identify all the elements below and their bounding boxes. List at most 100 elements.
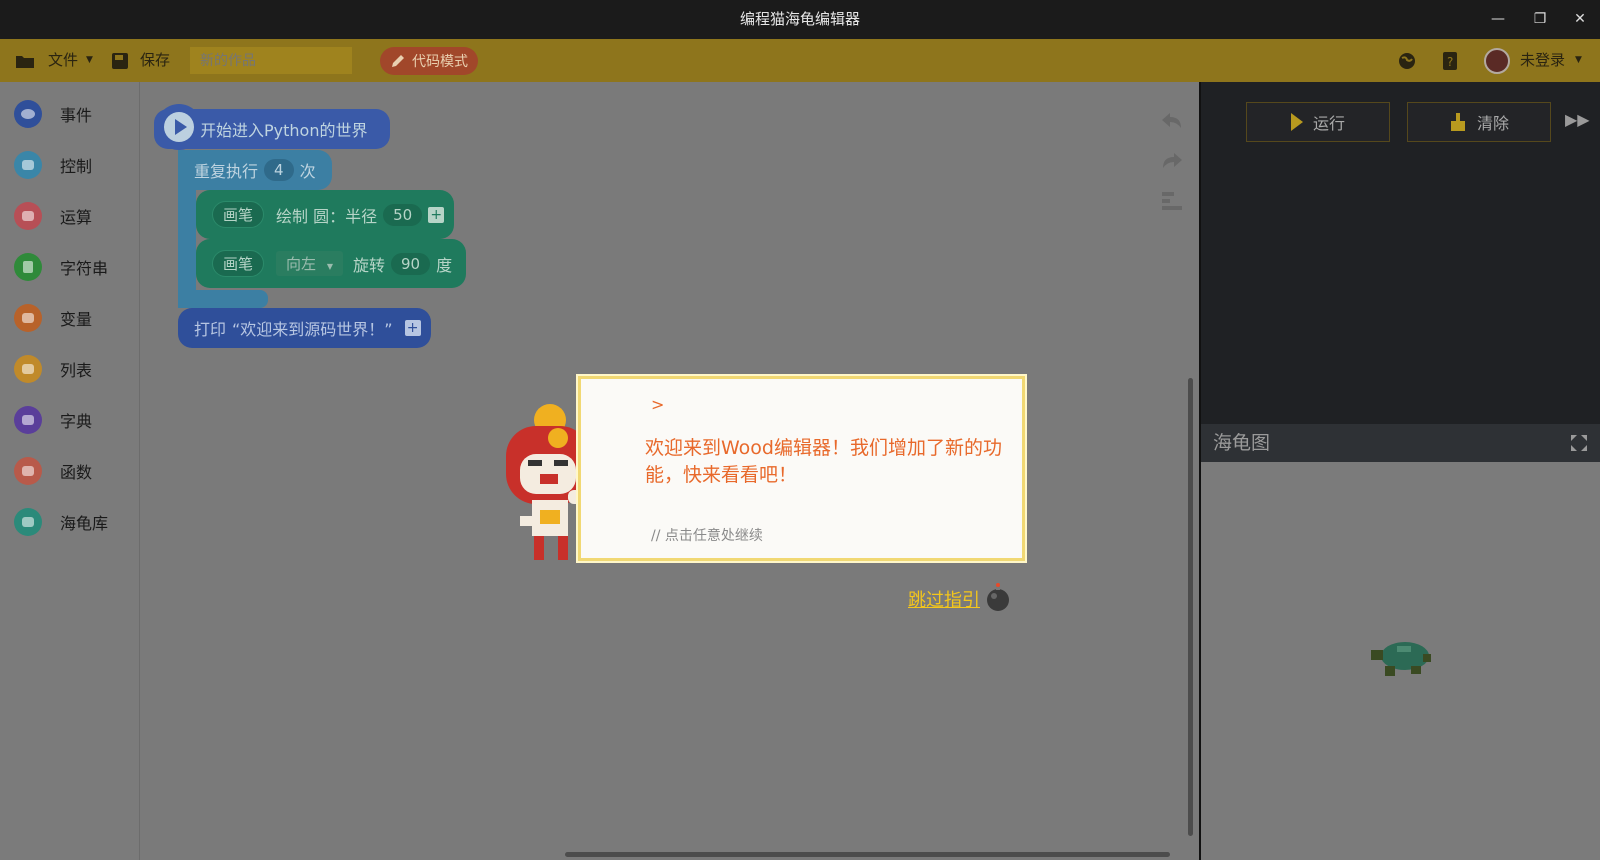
folder-icon: [16, 55, 34, 68]
turtle-canvas[interactable]: [1201, 462, 1600, 860]
help-button[interactable]: ?: [1443, 39, 1459, 82]
minimize-button[interactable]: —: [1478, 0, 1518, 39]
help-book-icon: ?: [1443, 51, 1457, 70]
add-param-button[interactable]: +: [428, 206, 445, 223]
code-mode-button[interactable]: 代码模式: [380, 47, 478, 75]
sidebar-item-label: 控制: [60, 157, 93, 176]
window-title: 编程猫海龟编辑器: [739, 10, 860, 28]
title-bar: 编程猫海龟编辑器 — ❐ ✕: [0, 0, 1600, 39]
save-label: 保存: [140, 51, 171, 69]
eye-icon: [14, 100, 42, 128]
book-icon: [14, 406, 42, 434]
repeat-block-footer: [178, 290, 268, 308]
save-icon: [112, 52, 128, 69]
sidebar-item-lists[interactable]: 列表: [14, 349, 92, 389]
code-mode-label: 代码模式: [412, 54, 468, 70]
add-param-button[interactable]: +: [404, 320, 421, 336]
sidebar-item-events[interactable]: 事件: [14, 94, 92, 134]
letter-a-icon: [14, 253, 42, 281]
file-menu-button[interactable]: 文件 ▼: [16, 39, 93, 82]
sidebar-item-strings[interactable]: 字符串: [14, 247, 108, 287]
print-block[interactable]: 打印 “欢迎来到源码世界！” +: [178, 308, 431, 348]
x-icon: [14, 304, 42, 332]
start-block-label: 开始进入Python的世界: [200, 121, 368, 140]
broom-icon: [1450, 113, 1465, 131]
turtle-sprite: [1371, 642, 1431, 676]
repeat-count-input[interactable]: 4: [264, 159, 294, 181]
align-icon[interactable]: [1159, 188, 1185, 214]
work-name-input[interactable]: [190, 47, 352, 74]
turtle-graph-header: 海龟图: [1201, 424, 1600, 462]
pencil-icon: [392, 55, 404, 67]
print-label: 打印: [194, 320, 227, 339]
pen-label: 画笔: [212, 201, 265, 228]
globe-button[interactable]: [1398, 39, 1416, 82]
category-sidebar: 事件 控制 运算 字符串 变量 列表 字典 函数 海龟库: [0, 82, 140, 860]
horizontal-scrollbar[interactable]: [565, 852, 1170, 857]
sidebar-item-control[interactable]: 控制: [14, 145, 92, 185]
sidebar-item-dictionary[interactable]: 字典: [14, 400, 92, 440]
repeat-suffix: 次: [299, 162, 316, 181]
chevron-down-icon: ▼: [326, 262, 333, 271]
restore-button[interactable]: ❐: [1520, 0, 1560, 39]
toolbar: 文件 ▼ 保存 代码模式 ? 未登录 ▼: [0, 39, 1600, 82]
sidebar-item-label: 事件: [60, 106, 93, 125]
run-button[interactable]: 运行: [1246, 102, 1390, 142]
sidebar-item-label: 字典: [60, 412, 93, 431]
undo-icon[interactable]: [1159, 108, 1185, 134]
user-menu-button[interactable]: 未登录 ▼: [1484, 39, 1582, 82]
draw-circle-block[interactable]: 画笔 绘制 圆：半径 50 +: [196, 190, 455, 239]
save-button[interactable]: 保存: [112, 39, 170, 82]
rotate-degrees-input[interactable]: 90: [390, 252, 431, 275]
sidebar-item-label: 海龟库: [60, 514, 109, 533]
avatar: [1484, 47, 1510, 74]
right-panel: 运行 清除 ▶▶ 海龟图: [1199, 82, 1600, 860]
rotate-block[interactable]: 画笔 向左 ▼ 旋转 90 度: [196, 239, 467, 288]
chevron-down-icon: ▼: [1575, 55, 1582, 65]
degree-label: 度: [436, 255, 453, 275]
clear-button[interactable]: 清除: [1407, 102, 1551, 142]
gamepad-icon: [14, 151, 42, 179]
user-label: 未登录: [1520, 51, 1566, 69]
guide-prompt: >: [651, 395, 665, 414]
sidebar-item-label: 运算: [60, 208, 93, 227]
clear-label: 清除: [1476, 114, 1509, 133]
sidebar-item-label: 列表: [60, 361, 93, 380]
sidebar-item-functions[interactable]: 函数: [14, 451, 92, 491]
direction-select[interactable]: 向左 ▼: [276, 251, 343, 276]
fullscreen-icon[interactable]: [1570, 434, 1588, 452]
direction-value: 向左: [286, 255, 317, 273]
list-icon: [14, 355, 42, 383]
rotate-label: 旋转: [352, 255, 385, 275]
sidebar-item-variables[interactable]: 变量: [14, 298, 92, 338]
grid-icon: [14, 202, 42, 230]
sidebar-item-label: 函数: [60, 463, 93, 482]
sidebar-item-label: 变量: [60, 310, 93, 329]
circle-radius-input[interactable]: 50: [383, 203, 423, 226]
svg-text:?: ?: [1447, 55, 1453, 69]
repeat-block[interactable]: 重复执行 4 次: [178, 150, 332, 190]
globe-icon: [1399, 52, 1415, 69]
bomb-icon: [987, 583, 1009, 611]
close-button[interactable]: ✕: [1560, 0, 1600, 39]
play-icon: [156, 104, 202, 150]
guide-dialog[interactable]: > 欢迎来到Wood编辑器！我们增加了新的功能，快来看看吧！ // 点击任意处继…: [578, 376, 1025, 561]
play-icon: [1290, 113, 1303, 131]
redo-icon[interactable]: [1159, 148, 1185, 174]
pen-label: 画笔: [212, 250, 265, 277]
circle-label: 绘制 圆：半径: [276, 206, 378, 226]
vertical-scrollbar[interactable]: [1188, 378, 1193, 836]
run-label: 运行: [1312, 114, 1345, 133]
collapse-panel-button[interactable]: ▶▶: [1565, 110, 1590, 129]
skip-guide-link[interactable]: 跳过指引: [908, 586, 980, 612]
file-menu-label: 文件: [48, 51, 79, 69]
sidebar-item-turtle[interactable]: 海龟库: [14, 502, 108, 542]
turtle-icon: [14, 508, 42, 536]
double-chevron-right-icon: ▶▶: [1565, 110, 1590, 129]
turtle-graph-title: 海龟图: [1213, 432, 1271, 454]
repeat-label: 重复执行: [194, 162, 259, 181]
sidebar-item-operators[interactable]: 运算: [14, 196, 92, 236]
guide-message: 欢迎来到Wood编辑器！我们增加了新的功能，快来看看吧！: [645, 437, 1002, 486]
print-text[interactable]: “欢迎来到源码世界！”: [232, 316, 393, 340]
chevron-down-icon: ▼: [86, 55, 93, 65]
